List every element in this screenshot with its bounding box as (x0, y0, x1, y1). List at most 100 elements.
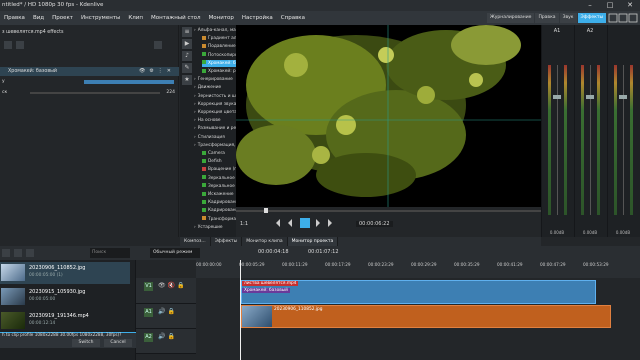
effect-header[interactable]: Хромакей: базовый 👁⚙⋮✕ (0, 67, 179, 76)
timeline-video-clip[interactable]: листва шевелятся.mp4 Хромакей: базовый (241, 280, 596, 304)
menu-icon (154, 41, 162, 49)
minimize-button[interactable]: – (580, 0, 600, 11)
channel-db: 0.00dB (582, 230, 598, 235)
effect-label: Вращение (по (208, 167, 240, 173)
fader-knob[interactable] (619, 95, 627, 99)
effect-header-icons[interactable]: 👁⚙⋮✕ (139, 67, 175, 76)
track-controls[interactable]: 👁🔇🔒 (158, 282, 187, 289)
layout-logging[interactable]: Журналирование (486, 13, 535, 23)
timeline-position[interactable]: 00:00:04:18 (258, 249, 289, 255)
expand-chevron-icon[interactable]: › (194, 225, 196, 230)
video-icon[interactable]: ▶ (182, 39, 192, 49)
effect-type-icon (202, 216, 206, 221)
volume-fader[interactable] (590, 65, 591, 215)
effect-label: Устарешие (197, 224, 223, 230)
effect-name: Хромакей: базовый (8, 69, 58, 74)
tab-project-monitor[interactable]: Монитор проекта (287, 237, 339, 246)
menu-edit[interactable]: Правка (0, 15, 29, 21)
playhead[interactable] (240, 260, 241, 360)
monitor-video[interactable] (236, 25, 541, 207)
param-row[interactable]: ск 224 (0, 88, 179, 98)
effect-type-icon (202, 175, 206, 180)
monitor-seekbar[interactable] (236, 210, 541, 212)
effect-label: Генерирование (197, 77, 233, 83)
monitor-seek-handle[interactable] (264, 208, 268, 213)
ruler-tick-label: 00:00:53:29 (583, 262, 609, 267)
bin-clip[interactable]: 20230915_105930.jpg 00:00:05:00 (0, 286, 130, 308)
channel-db: 0.00dB (615, 230, 631, 235)
ruler-tick-label: 00:00:29:29 (411, 262, 437, 267)
tab-clip-monitor[interactable]: Монитор клипа (242, 237, 288, 246)
volume-fader[interactable] (557, 65, 558, 215)
timeline-audio-clip[interactable]: 20230906_110852.jpg (241, 305, 611, 328)
expand-chevron-icon[interactable]: › (194, 110, 196, 115)
close-button[interactable]: ✕ (620, 0, 640, 11)
level-meter (581, 65, 584, 215)
bin-clip[interactable]: 20230919_191346.mp4 00:00:12:14 (0, 310, 130, 332)
variance-slider[interactable] (30, 92, 160, 94)
fader-knob[interactable] (553, 95, 561, 99)
menu-monitor[interactable]: Монитор (205, 15, 238, 21)
layout-icons (608, 13, 638, 23)
ruler-tick-label: 00:00:41:29 (497, 262, 523, 267)
track-header-v1: V1 👁🔇🔒 (136, 278, 196, 304)
edit-mode-select[interactable]: Обычный режим (150, 248, 200, 258)
menu-view[interactable]: Вид (29, 15, 48, 21)
monitor-timecode[interactable]: 00:00:06:22 (356, 221, 393, 227)
cancel-button[interactable]: Cancel (104, 339, 132, 347)
fader-knob[interactable] (586, 95, 594, 99)
track-controls[interactable]: 🔊🔒 (158, 333, 177, 340)
volume-fader[interactable] (623, 65, 624, 215)
list-icon[interactable]: ≡ (182, 27, 192, 37)
effect-type-icon (202, 166, 206, 171)
clip-thumbnail (1, 288, 25, 305)
effect-label: Defish (208, 159, 222, 165)
menu-help[interactable]: Справка (277, 15, 309, 21)
channel-db: 0.00dB (549, 230, 565, 235)
expand-chevron-icon[interactable]: › (194, 126, 196, 131)
bin-clip[interactable]: 20230906_110852.jpg 00:00:05:00 (1) (0, 262, 130, 284)
favorite-icon[interactable]: ★ (182, 75, 192, 85)
zoom-selector[interactable]: 1:1 (240, 221, 248, 227)
layout-icon-1 (608, 13, 618, 23)
audio-icon[interactable]: ♪ (182, 51, 192, 61)
expand-chevron-icon[interactable]: › (194, 102, 196, 107)
track-controls[interactable]: 🔊🔒 (158, 308, 177, 315)
track-label[interactable]: V1 (144, 282, 153, 291)
track-label[interactable]: A2 (144, 333, 153, 342)
bin-search-input[interactable]: Поиск (90, 248, 130, 258)
switch-button[interactable]: Switch (72, 339, 100, 347)
expand-chevron-icon[interactable]: › (194, 85, 196, 90)
menu-project[interactable]: Проект (48, 15, 77, 21)
expand-chevron-icon[interactable]: › (194, 118, 196, 123)
tab-compositions[interactable]: Композ... (180, 237, 211, 246)
level-meter (597, 65, 600, 215)
expand-chevron-icon[interactable]: › (194, 94, 196, 99)
param-row[interactable]: у (0, 77, 179, 87)
track-label[interactable]: A1 (144, 308, 153, 317)
expand-chevron-icon[interactable]: › (194, 143, 196, 148)
ruler-tick-label: 00:00:00:00 (196, 262, 222, 267)
param-value[interactable]: 224 (166, 88, 175, 98)
param-label: ск (2, 90, 8, 95)
layout-audio[interactable]: Звук (559, 13, 577, 23)
menu-settings[interactable]: Настройка (238, 15, 277, 21)
layout-editing[interactable]: Правка (535, 13, 559, 23)
menu-timeline[interactable]: Монтажный стол (147, 15, 205, 21)
level-meter (548, 65, 551, 215)
clip-name: 20230906_110852.jpg (29, 265, 86, 271)
add-clip-icon (2, 249, 10, 257)
menu-tools[interactable]: Инструменты (77, 15, 124, 21)
timeline-ruler[interactable]: 00:00:00:00 00:00:05:29 00:00:11:29 00:00:1… (196, 260, 640, 278)
menu-clip[interactable]: Клип (124, 15, 147, 21)
toggle-icon (16, 41, 24, 49)
expand-chevron-icon[interactable]: › (194, 135, 196, 140)
expand-chevron-icon[interactable]: › (194, 77, 196, 82)
tab-effects[interactable]: Эффекты (211, 237, 243, 246)
expand-chevron-icon[interactable]: › (194, 28, 196, 33)
color-picker[interactable] (84, 80, 174, 84)
layout-effects[interactable]: Эффекты (577, 13, 606, 23)
custom-icon[interactable]: ✎ (182, 63, 192, 73)
maximize-button[interactable]: □ (600, 0, 620, 11)
forward-icon (328, 219, 332, 227)
